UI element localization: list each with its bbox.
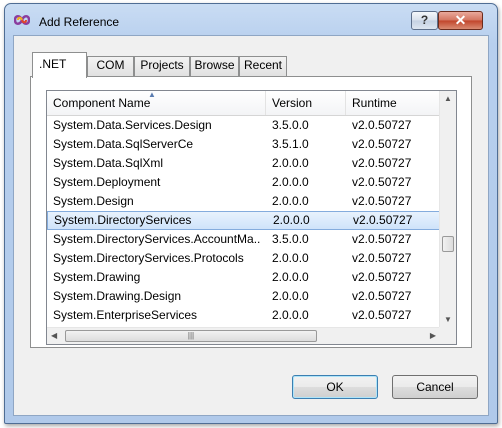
tab-com[interactable]: COM (87, 56, 134, 76)
table-row[interactable]: System.DirectoryServices.AccountMa... 3.5… (47, 230, 440, 249)
column-header-label: Component Name (53, 96, 151, 110)
horizontal-scrollbar[interactable]: ◀ ||| ▶ (47, 327, 440, 344)
cell-name: System.Data.Services.Design (53, 118, 212, 132)
horizontal-scroll-thumb[interactable]: ||| (65, 330, 317, 342)
table-row[interactable]: System.Data.SqlXml 2.0.0.0 v2.0.50727 (47, 154, 440, 173)
cell-runtime: v2.0.50727 (352, 137, 412, 151)
tab-projects[interactable]: Projects (134, 56, 190, 76)
cell-version: 2.0.0.0 (273, 213, 310, 227)
cell-version: 2.0.0.0 (272, 194, 309, 208)
tab-net[interactable]: .NET (32, 52, 87, 78)
cell-runtime: v2.0.50727 (352, 308, 412, 322)
cell-runtime: v2.0.50727 (352, 156, 412, 170)
table-row[interactable]: System.Drawing.Design 2.0.0.0 v2.0.50727 (47, 287, 440, 306)
cell-version: 3.5.0.0 (272, 118, 309, 132)
title-bar[interactable]: Add Reference ? ✕ (5, 4, 497, 34)
cell-runtime: v2.0.50727 (352, 289, 412, 303)
component-list[interactable]: Component Name ▲ Version Runtime System.… (46, 90, 457, 345)
table-row[interactable]: System.Drawing 2.0.0.0 v2.0.50727 (47, 268, 440, 287)
cell-name: System.Data.SqlXml (53, 156, 164, 170)
cell-name: System.EnterpriseServices (53, 308, 198, 322)
cell-version: 3.5.1.0 (272, 137, 309, 151)
cell-name: System.Drawing.Design (53, 289, 182, 303)
column-header-version[interactable]: Version (266, 91, 346, 115)
column-header-runtime[interactable]: Runtime (346, 91, 440, 115)
cell-version: 2.0.0.0 (272, 270, 309, 284)
scrollbar-corner (439, 327, 456, 344)
help-icon: ? (420, 13, 429, 27)
table-row[interactable]: System.EnterpriseServices 2.0.0.0 v2.0.507… (47, 306, 440, 325)
table-row[interactable]: System.Data.Services.Design 3.5.0.0 v2.0.5… (47, 116, 440, 135)
table-row[interactable]: System.DirectoryServices 2.0.0.0 v2.0.5072… (47, 211, 440, 230)
cell-name: System.Drawing (53, 270, 141, 284)
cell-name: System.DirectoryServices (54, 213, 192, 227)
tab-panel-net: Component Name ▲ Version Runtime System.… (30, 76, 472, 348)
table-row[interactable]: System.Data.SqlServerCe 3.5.1.0 v2.0.50727 (47, 135, 440, 154)
add-reference-dialog: Add Reference ? ✕ .NET COM Projects Browse R… (4, 3, 498, 424)
table-row[interactable]: System.Deployment 2.0.0.0 v2.0.50727 (47, 173, 440, 192)
cell-version: 2.0.0.0 (272, 175, 309, 189)
close-button[interactable]: ✕ (438, 11, 483, 30)
cell-runtime: v2.0.50727 (353, 213, 413, 227)
cell-version: 2.0.0.0 (272, 308, 309, 322)
list-header: Component Name ▲ Version Runtime (47, 91, 440, 116)
column-header-label: Runtime (352, 96, 397, 110)
cell-name: System.DirectoryServices.AccountMa... (53, 232, 261, 246)
window-title: Add Reference (39, 15, 120, 29)
cell-name: System.Deployment (53, 175, 161, 189)
scroll-left-icon[interactable]: ◀ (51, 331, 57, 340)
dialog-body: .NET COM Projects Browse Recent Component Na… (13, 35, 489, 416)
cell-name: System.Data.SqlServerCe (53, 137, 194, 151)
column-header-label: Version (272, 96, 313, 110)
cell-runtime: v2.0.50727 (352, 251, 412, 265)
close-icon: ✕ (454, 12, 467, 28)
ok-button[interactable]: OK (292, 375, 378, 399)
cell-version: 2.0.0.0 (272, 156, 309, 170)
scroll-right-icon[interactable]: ▶ (430, 331, 436, 340)
table-row[interactable]: System.DirectoryServices.Protocols 2.0.0.… (47, 249, 440, 268)
cell-runtime: v2.0.50727 (352, 118, 412, 132)
tab-browse[interactable]: Browse (190, 56, 239, 76)
table-row[interactable]: System.Design 2.0.0.0 v2.0.50727 (47, 192, 440, 211)
tab-recent[interactable]: Recent (239, 56, 287, 76)
column-header-component-name[interactable]: Component Name ▲ (47, 91, 266, 115)
cell-runtime: v2.0.50727 (352, 194, 412, 208)
cancel-button[interactable]: Cancel (392, 375, 478, 399)
cell-runtime: v2.0.50727 (352, 175, 412, 189)
cell-version: 2.0.0.0 (272, 251, 309, 265)
cell-name: System.DirectoryServices.Protocols (53, 251, 244, 265)
sort-ascending-icon: ▲ (148, 90, 156, 99)
cell-name: System.Design (53, 194, 134, 208)
help-button[interactable]: ? (411, 11, 438, 30)
vertical-scrollbar[interactable]: ▲ ▼ (439, 91, 456, 327)
scroll-down-icon[interactable]: ▼ (444, 315, 452, 324)
cell-version: 2.0.0.0 (272, 289, 309, 303)
cell-runtime: v2.0.50727 (352, 270, 412, 284)
cell-version: 3.5.0.0 (272, 232, 309, 246)
scroll-up-icon[interactable]: ▲ (444, 94, 452, 103)
vertical-scroll-thumb[interactable] (442, 236, 454, 252)
cell-runtime: v2.0.50727 (352, 232, 412, 246)
visual-studio-logo-icon (14, 15, 30, 25)
